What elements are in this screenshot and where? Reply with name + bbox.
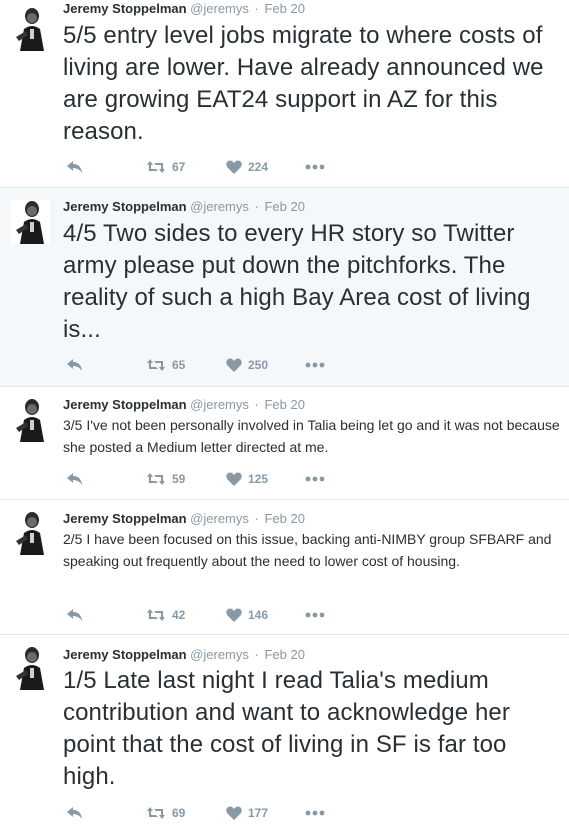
- author-name[interactable]: Jeremy Stoppelman: [63, 647, 187, 662]
- timestamp[interactable]: Feb 20: [264, 397, 304, 412]
- separator: ·: [254, 647, 259, 662]
- author-name[interactable]: Jeremy Stoppelman: [63, 1, 187, 16]
- like-count: 146: [248, 608, 269, 622]
- reply-button[interactable]: [66, 805, 84, 821]
- author-name[interactable]: Jeremy Stoppelman: [63, 397, 187, 412]
- author-handle[interactable]: @jeremys: [190, 397, 249, 412]
- timestamp[interactable]: Feb 20: [264, 1, 304, 16]
- like-button[interactable]: 224: [226, 159, 268, 175]
- more-dots-icon: [305, 362, 325, 368]
- tweet-header: Jeremy Stoppelman @jeremys · Feb 20: [63, 511, 305, 527]
- tweet-timeline: Jeremy Stoppelman @jeremys · Feb 20 5/5 …: [0, 0, 569, 826]
- reply-button[interactable]: [66, 159, 84, 175]
- like-button[interactable]: 146: [226, 607, 268, 623]
- separator: ·: [254, 199, 259, 214]
- like-count: 177: [248, 806, 269, 820]
- like-count: 125: [248, 472, 269, 486]
- author-handle[interactable]: @jeremys: [190, 1, 249, 16]
- avatar[interactable]: [10, 200, 50, 244]
- author-handle[interactable]: @jeremys: [190, 647, 249, 662]
- tweet-item[interactable]: Jeremy Stoppelman @jeremys · Feb 20 1/5 …: [0, 635, 569, 826]
- retweet-count: 69: [172, 806, 186, 820]
- avatar[interactable]: [10, 398, 50, 442]
- separator: ·: [254, 511, 259, 526]
- heart-icon: [226, 608, 242, 622]
- tweet-text: 1/5 Late last night I read Talia's mediu…: [63, 667, 510, 790]
- author-name[interactable]: Jeremy Stoppelman: [63, 199, 187, 214]
- retweet-icon: [147, 161, 165, 173]
- more-dots-icon: [305, 810, 325, 816]
- reply-icon: [67, 473, 82, 485]
- retweet-icon: [147, 807, 165, 819]
- more-dots-icon: [305, 476, 325, 482]
- tweet-item[interactable]: Jeremy Stoppelman @jeremys · Feb 20 5/5 …: [0, 0, 569, 188]
- author-name[interactable]: Jeremy Stoppelman: [63, 511, 187, 526]
- tweet-text: 2/5 I have been focused on this issue, b…: [63, 531, 552, 569]
- separator: ·: [254, 397, 259, 412]
- avatar[interactable]: [10, 646, 50, 690]
- heart-icon: [226, 358, 242, 372]
- tweet-item[interactable]: Jeremy Stoppelman @jeremys · Feb 20 2/5 …: [0, 500, 569, 635]
- like-button[interactable]: 125: [226, 471, 268, 487]
- retweet-button[interactable]: 67: [146, 159, 185, 175]
- reply-button[interactable]: [66, 357, 84, 373]
- retweet-button[interactable]: 59: [146, 471, 185, 487]
- retweet-count: 65: [172, 358, 186, 372]
- avatar[interactable]: [10, 511, 50, 555]
- tweet-item[interactable]: Jeremy Stoppelman @jeremys · Feb 20 3/5 …: [0, 387, 569, 500]
- more-button[interactable]: [305, 357, 325, 373]
- tweet-text: 4/5 Two sides to every HR story so Twitt…: [63, 220, 531, 343]
- retweet-button[interactable]: 42: [146, 607, 185, 623]
- retweet-icon: [147, 609, 165, 621]
- tweet-text: 5/5 entry level jobs migrate to where co…: [63, 22, 544, 145]
- reply-icon: [67, 807, 82, 819]
- tweet-header: Jeremy Stoppelman @jeremys · Feb 20: [63, 647, 305, 663]
- reply-button[interactable]: [66, 471, 84, 487]
- heart-icon: [226, 160, 242, 174]
- more-button[interactable]: [305, 805, 325, 821]
- more-button[interactable]: [305, 159, 325, 175]
- tweet-header: Jeremy Stoppelman @jeremys · Feb 20: [63, 1, 305, 17]
- tweet-header: Jeremy Stoppelman @jeremys · Feb 20: [63, 397, 305, 413]
- timestamp[interactable]: Feb 20: [264, 199, 304, 214]
- heart-icon: [226, 806, 242, 820]
- more-button[interactable]: [305, 607, 325, 623]
- author-handle[interactable]: @jeremys: [190, 511, 249, 526]
- retweet-button[interactable]: 65: [146, 357, 185, 373]
- separator: ·: [254, 1, 259, 16]
- heart-icon: [226, 472, 242, 486]
- retweet-count: 42: [172, 608, 186, 622]
- avatar[interactable]: [10, 7, 50, 51]
- retweet-icon: [147, 359, 165, 371]
- reply-icon: [67, 161, 82, 173]
- like-button[interactable]: 177: [226, 805, 268, 821]
- tweet-text: 3/5 I've not been personally involved in…: [63, 417, 560, 455]
- like-count: 250: [248, 358, 269, 372]
- retweet-button[interactable]: 69: [146, 805, 185, 821]
- more-dots-icon: [305, 612, 325, 618]
- timestamp[interactable]: Feb 20: [264, 511, 304, 526]
- reply-icon: [67, 359, 82, 371]
- more-button[interactable]: [305, 471, 325, 487]
- more-dots-icon: [305, 164, 325, 170]
- like-count: 224: [248, 160, 269, 174]
- like-button[interactable]: 250: [226, 357, 268, 373]
- retweet-icon: [147, 473, 165, 485]
- tweet-item[interactable]: Jeremy Stoppelman @jeremys · Feb 20 4/5 …: [0, 188, 569, 387]
- reply-icon: [67, 609, 82, 621]
- retweet-count: 59: [172, 472, 186, 486]
- tweet-header: Jeremy Stoppelman @jeremys · Feb 20: [63, 199, 305, 215]
- timestamp[interactable]: Feb 20: [264, 647, 304, 662]
- reply-button[interactable]: [66, 607, 84, 623]
- author-handle[interactable]: @jeremys: [190, 199, 249, 214]
- retweet-count: 67: [172, 160, 186, 174]
